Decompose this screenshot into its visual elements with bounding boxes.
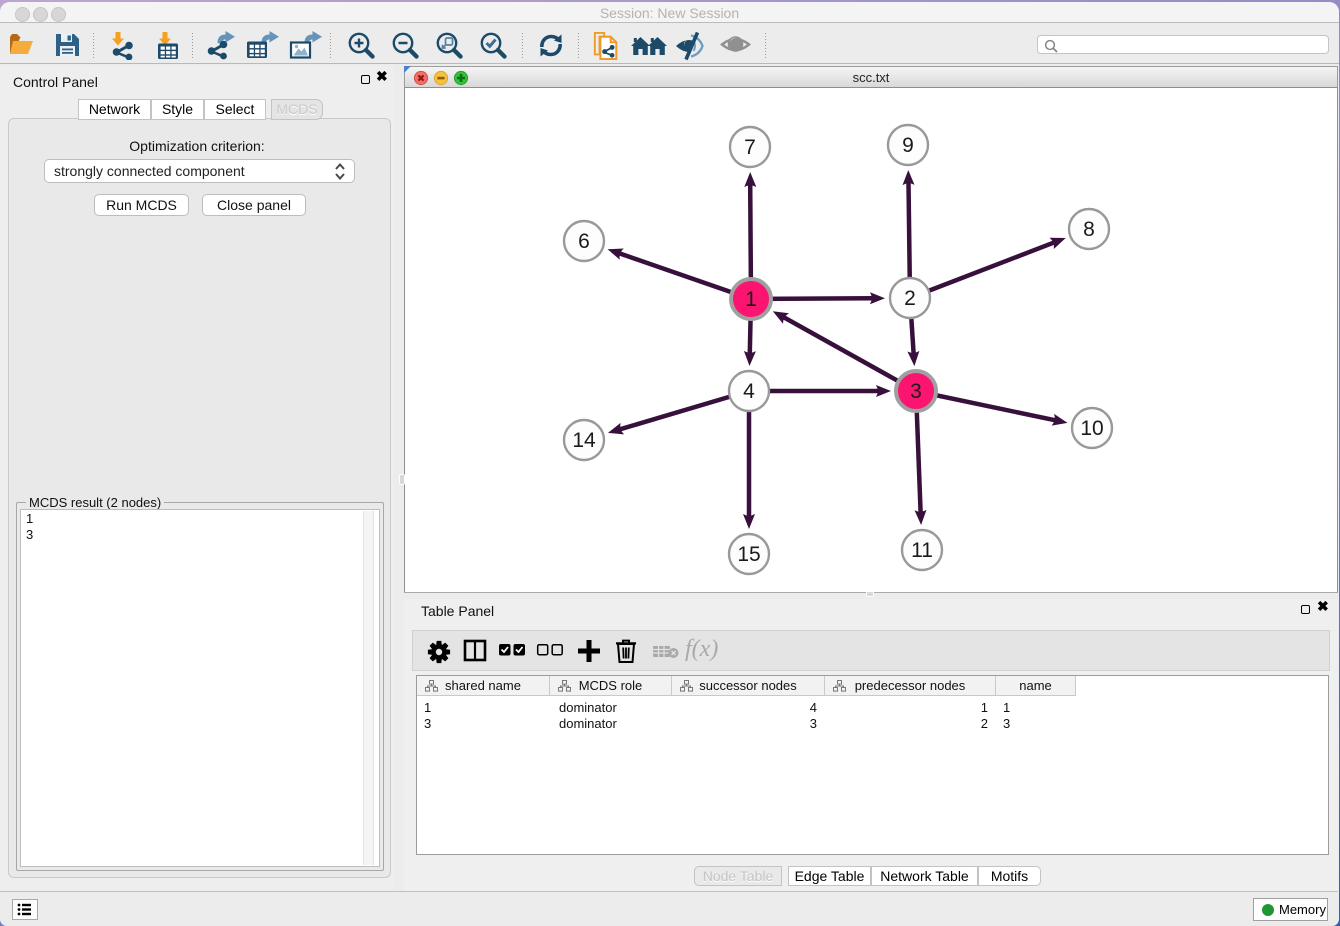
svg-text:9: 9 bbox=[902, 134, 914, 157]
svg-text:15: 15 bbox=[737, 543, 760, 566]
svg-text:3: 3 bbox=[910, 380, 922, 403]
svg-text:4: 4 bbox=[743, 380, 755, 403]
svg-text:11: 11 bbox=[911, 539, 933, 562]
svg-text:14: 14 bbox=[572, 429, 596, 452]
svg-text:8: 8 bbox=[1083, 218, 1095, 241]
svg-text:1: 1 bbox=[745, 288, 757, 311]
svg-text:2: 2 bbox=[904, 287, 916, 310]
svg-text:7: 7 bbox=[744, 136, 756, 159]
svg-text:6: 6 bbox=[578, 230, 590, 253]
svg-text:10: 10 bbox=[1080, 417, 1103, 440]
